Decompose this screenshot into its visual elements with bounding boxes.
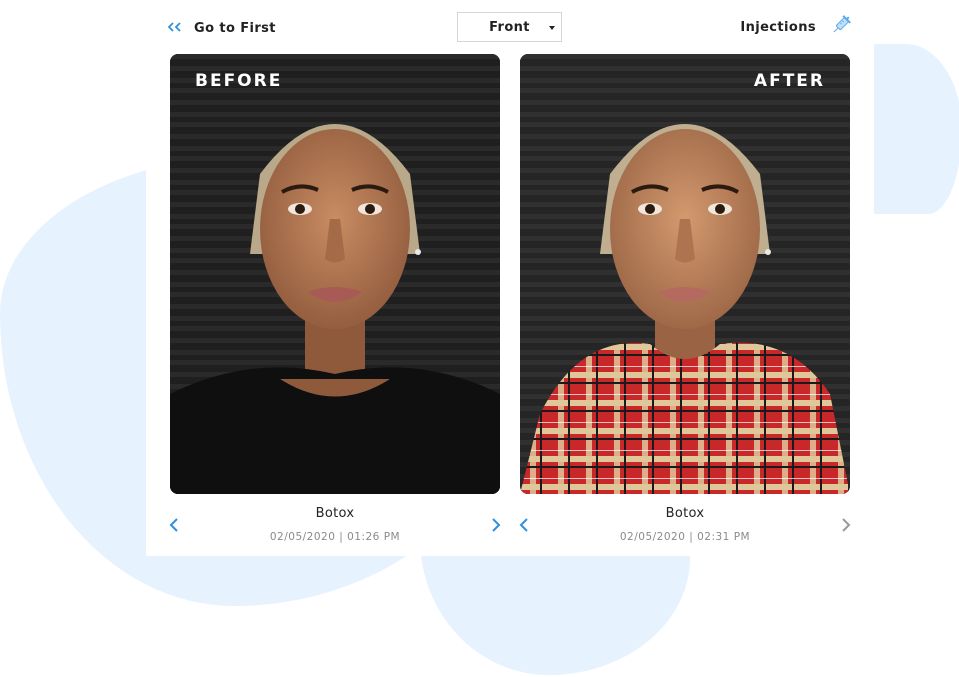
before-timestamp: 02/05/2020 | 01:26 PM: [269, 531, 401, 543]
after-treatment: Botox: [665, 506, 705, 521]
after-photo-image: [520, 54, 850, 494]
after-caption: Botox 02/05/2020 | 02:31 PM: [520, 506, 850, 544]
after-timestamp: 02/05/2020 | 02:31 PM: [619, 531, 751, 543]
view-select[interactable]: Front: [457, 12, 562, 42]
background-blob-right: [872, 44, 959, 214]
before-photo: BEFORE: [170, 54, 500, 494]
injections-label: Injections: [740, 19, 816, 35]
syringe-icon: [830, 14, 852, 40]
after-tag: AFTER: [753, 71, 825, 91]
go-to-first-label: Go to First: [194, 20, 276, 36]
before-tag: BEFORE: [195, 71, 283, 91]
comparison-card: Go to First Front Injections BEFORE AFTE…: [146, 0, 874, 556]
injections-button[interactable]: Injections: [740, 14, 852, 40]
before-caption: Botox 02/05/2020 | 01:26 PM: [170, 506, 500, 544]
before-photo-image: [170, 54, 500, 494]
view-select-value: Front: [489, 19, 530, 35]
go-to-first-button[interactable]: Go to First: [167, 18, 276, 38]
caret-down-icon: [549, 26, 555, 30]
toolbar: Go to First Front Injections: [146, 0, 874, 54]
after-photo: AFTER: [520, 54, 850, 494]
double-chevron-left-icon: [167, 21, 182, 36]
before-treatment: Botox: [315, 506, 355, 521]
